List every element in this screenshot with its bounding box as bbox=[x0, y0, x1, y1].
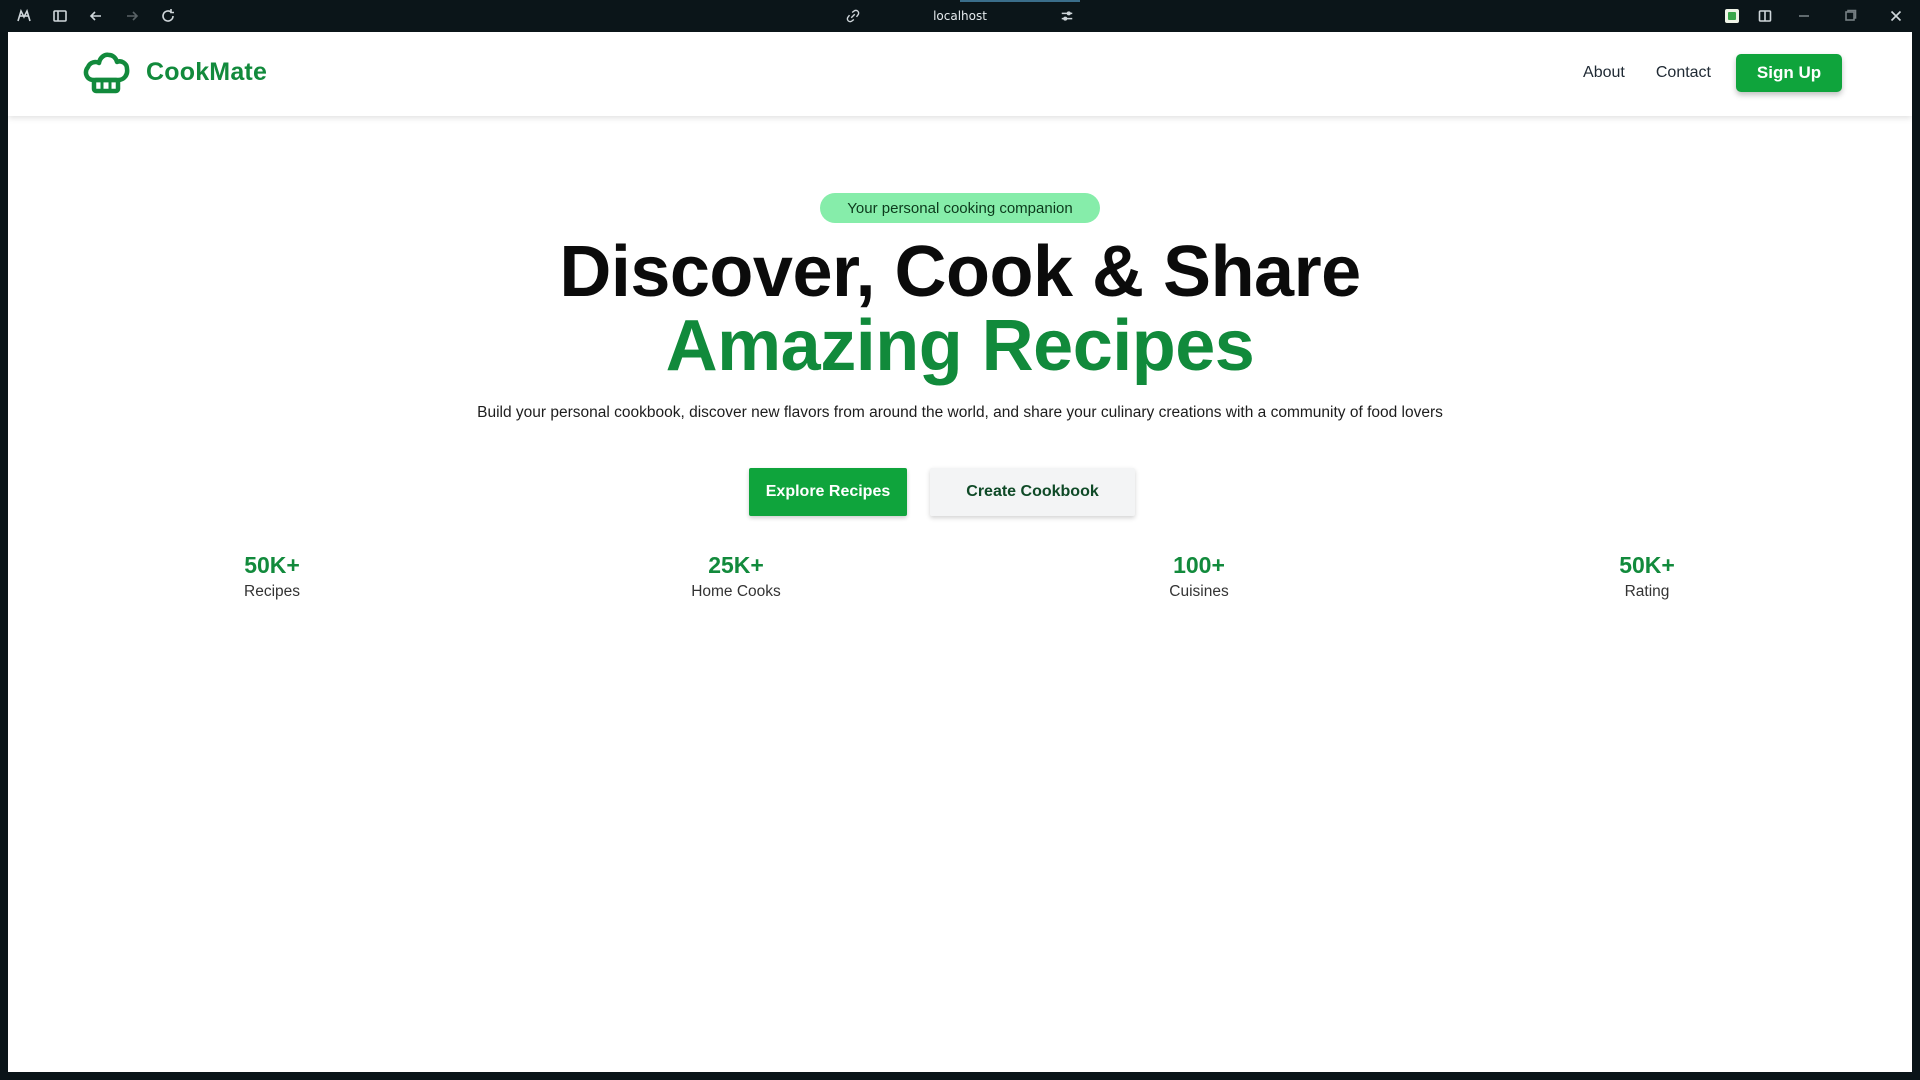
page-viewport: CookMate About Contact Sign Up Your pers… bbox=[8, 32, 1912, 1072]
brand-name: CookMate bbox=[146, 57, 268, 86]
explore-recipes-button[interactable]: Explore Recipes bbox=[749, 468, 907, 516]
split-view-icon[interactable] bbox=[1755, 6, 1775, 26]
hero-subtitle: Build your personal cookbook, discover n… bbox=[477, 404, 1443, 421]
cta-group: Explore Recipes Create Cookbook bbox=[749, 468, 1135, 516]
headline: Discover, Cook & Share bbox=[559, 232, 1361, 312]
sign-up-button[interactable]: Sign Up bbox=[1736, 54, 1842, 92]
stat-cuisines: 100+ Cuisines bbox=[1099, 550, 1299, 601]
reload-icon[interactable] bbox=[158, 6, 178, 26]
headline-accent: Amazing Recipes bbox=[665, 306, 1255, 386]
create-cookbook-button[interactable]: Create Cookbook bbox=[930, 468, 1135, 516]
chef-hat-icon bbox=[83, 52, 130, 94]
stat-home-cooks: 25K+ Home Cooks bbox=[636, 550, 836, 601]
minimize-icon[interactable] bbox=[1794, 6, 1814, 26]
address-bar[interactable]: localhost bbox=[836, 0, 1084, 32]
navbar: CookMate About Contact Sign Up bbox=[8, 32, 1912, 116]
back-arrow-icon[interactable] bbox=[86, 6, 106, 26]
stat-recipes: 50K+ Recipes bbox=[172, 550, 372, 601]
browser-toolbar: localhost bbox=[0, 0, 1920, 32]
stat-label: Cuisines bbox=[1169, 583, 1229, 600]
app-logo-icon[interactable] bbox=[14, 6, 34, 26]
forward-arrow-icon[interactable] bbox=[122, 6, 142, 26]
nav-link-contact[interactable]: Contact bbox=[1656, 64, 1711, 82]
sidebar-toggle-icon[interactable] bbox=[50, 6, 70, 26]
tune-icon[interactable] bbox=[1060, 9, 1074, 23]
stat-rating: 50K+ Rating bbox=[1547, 550, 1747, 601]
stat-value: 50K+ bbox=[244, 552, 300, 578]
stat-value: 100+ bbox=[1173, 552, 1225, 578]
stat-label: Home Cooks bbox=[691, 583, 781, 600]
stat-value: 50K+ bbox=[1619, 552, 1675, 578]
stat-label: Recipes bbox=[244, 583, 300, 600]
close-icon[interactable] bbox=[1886, 6, 1906, 26]
nav-link-about[interactable]: About bbox=[1583, 64, 1625, 82]
url-text[interactable]: localhost bbox=[933, 9, 987, 23]
extension-icon[interactable] bbox=[1725, 9, 1739, 23]
stat-label: Rating bbox=[1624, 583, 1670, 600]
stats-row: 50K+ Recipes 25K+ Home Cooks 100+ Cuisin… bbox=[8, 550, 1912, 610]
link-icon bbox=[846, 9, 860, 23]
maximize-icon[interactable] bbox=[1840, 6, 1860, 26]
stat-value: 25K+ bbox=[708, 552, 764, 578]
tagline-badge: Your personal cooking companion bbox=[820, 193, 1100, 223]
nav-links: About Contact Sign Up bbox=[1583, 54, 1842, 92]
brand[interactable]: CookMate bbox=[82, 50, 267, 94]
